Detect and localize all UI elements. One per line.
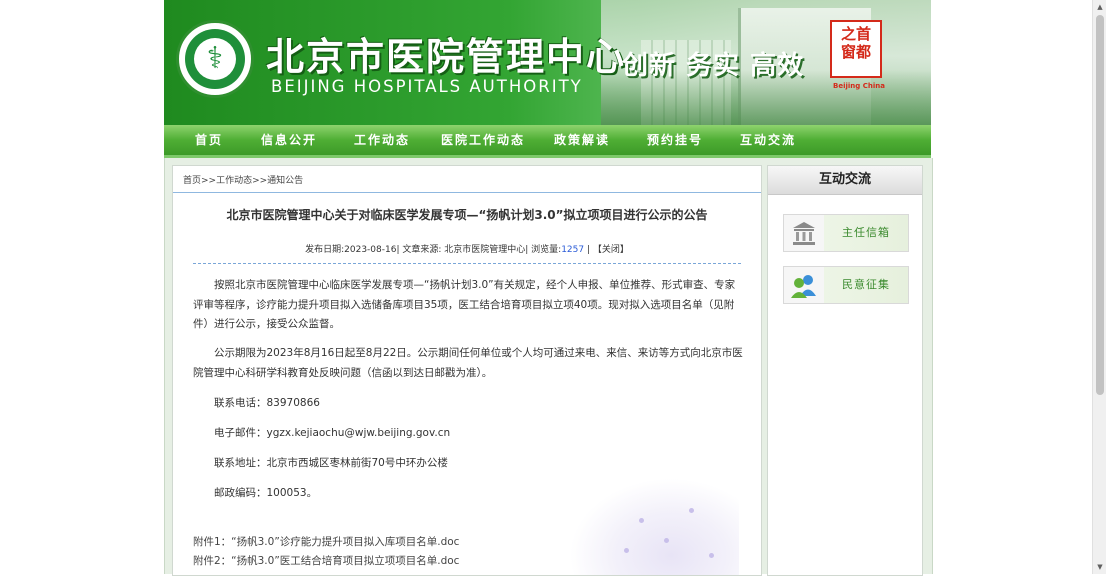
scrollbar-thumb[interactable] bbox=[1096, 15, 1104, 395]
public-opinion-button[interactable]: 民意征集 bbox=[783, 266, 909, 304]
contact-phone: 联系电话：83970866 bbox=[214, 397, 320, 409]
caduceus-icon: ⚕ bbox=[206, 41, 224, 76]
scroll-up-arrow-icon[interactable]: ▲ bbox=[1093, 0, 1106, 14]
site-banner: ⚕ 北京市医院管理中心 BEIJING HOSPITALS AUTHORITY … bbox=[164, 0, 931, 125]
tile-label: 民意征集 bbox=[842, 278, 890, 291]
scroll-down-arrow-icon[interactable]: ▼ bbox=[1093, 560, 1106, 574]
close-link[interactable]: | 【关闭】 bbox=[584, 245, 629, 255]
seal-text: 之首 窗都 bbox=[840, 25, 871, 61]
site-title-cn: 北京市医院管理中心 bbox=[266, 34, 627, 79]
article-paragraph: 公示期限为2023年8月16日起至8月22日。公示期间任何单位或个人均可通过来电… bbox=[193, 347, 743, 379]
meta-prefix: 发布日期:2023-08-16| 文章来源: 北京市医院管理中心| 浏览量: bbox=[305, 245, 562, 255]
government-building-icon bbox=[793, 222, 815, 245]
nav-policy[interactable]: 政策解读 bbox=[554, 125, 610, 155]
nav-info-disclosure[interactable]: 信息公开 bbox=[261, 125, 317, 155]
nav-interaction[interactable]: 互动交流 bbox=[740, 125, 796, 155]
site-slogan: 创新 务实 高效 bbox=[622, 51, 805, 81]
director-mailbox-button[interactable]: 主任信箱 bbox=[783, 214, 909, 252]
divider bbox=[173, 192, 761, 193]
article-meta: 发布日期:2023-08-16| 文章来源: 北京市医院管理中心| 浏览量:12… bbox=[173, 242, 761, 255]
seal-caption: Beijing China bbox=[833, 82, 885, 90]
view-count: 1257 bbox=[561, 245, 585, 255]
people-icon bbox=[791, 275, 816, 298]
article-title: 北京市医院管理中心关于对临床医学发展专项—“扬帆计划3.0”拟立项项目进行公示的… bbox=[226, 208, 708, 222]
tile-label: 主任信箱 bbox=[842, 226, 890, 239]
nav-home[interactable]: 首页 bbox=[195, 125, 223, 155]
hospital-authority-logo[interactable]: ⚕ bbox=[176, 20, 254, 98]
article-panel: 首页>>工作动态>>通知公告 北京市医院管理中心关于对临床医学发展专项—“扬帆计… bbox=[172, 165, 762, 576]
sidebar-heading: 互动交流 bbox=[768, 166, 922, 195]
site-title-en: BEIJING HOSPITALS AUTHORITY bbox=[271, 77, 583, 96]
contact-email: 电子邮件：ygzx.kejiaochu@wjw.beijing.gov.cn bbox=[214, 427, 451, 439]
attachment-link[interactable]: 附件2：“扬帆3.0”医工结合培育项目拟立项项目名单.doc bbox=[193, 553, 459, 568]
attachment-link[interactable]: 附件1：“扬帆3.0”诊疗能力提升项目拟入库项目名单.doc bbox=[193, 534, 459, 549]
divider bbox=[193, 263, 741, 264]
nav-appointment[interactable]: 预约挂号 bbox=[647, 125, 703, 155]
article-paragraph: 按照北京市医院管理中心临床医学发展专项—“扬帆计划3.0”有关规定，经个人申报、… bbox=[193, 279, 736, 330]
contact-address: 联系地址：北京市西城区枣林前街70号中环办公楼 bbox=[214, 457, 448, 469]
nav-hospital-news[interactable]: 医院工作动态 bbox=[441, 125, 525, 155]
main-nav: 首页 信息公开 工作动态 医院工作动态 政策解读 预约挂号 互动交流 bbox=[164, 125, 931, 158]
capital-seal: 之首 窗都 Beijing China bbox=[830, 20, 885, 90]
contact-postcode: 邮政编码：100053。 bbox=[214, 487, 318, 499]
page-scrollbar[interactable]: ▲ ▼ bbox=[1092, 0, 1106, 574]
nav-work-news[interactable]: 工作动态 bbox=[354, 125, 410, 155]
sidebar: 互动交流 主任信箱 民意征集 bbox=[767, 165, 923, 576]
decorative-flower bbox=[569, 478, 739, 575]
breadcrumb[interactable]: 首页>>工作动态>>通知公告 bbox=[183, 173, 303, 186]
